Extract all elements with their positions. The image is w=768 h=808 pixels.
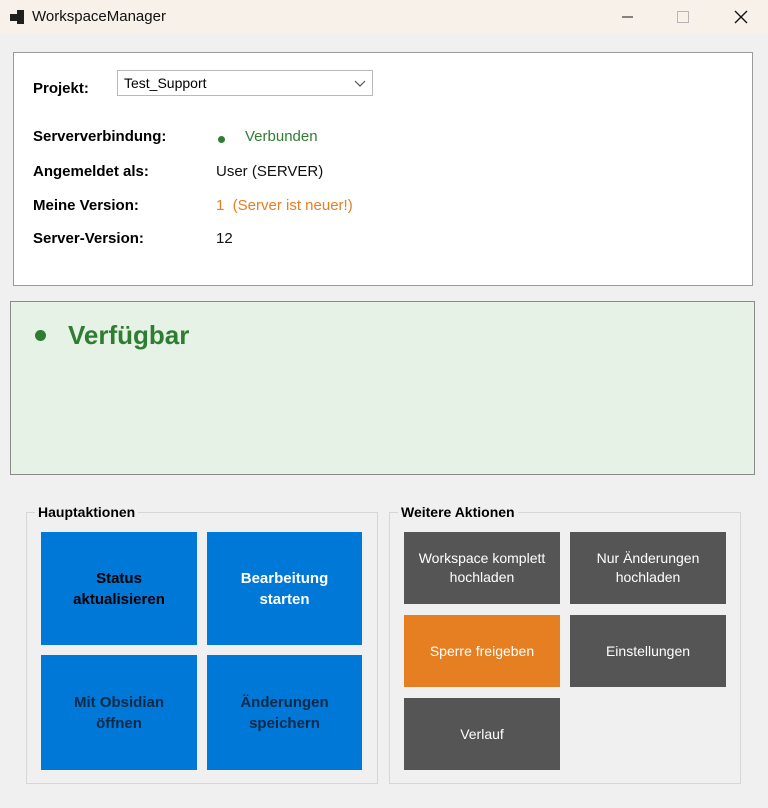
maximize-button[interactable] [658,0,708,34]
start-editing-button[interactable]: Bearbeitung starten [207,532,362,645]
release-lock-button[interactable]: Sperre freigeben [404,615,560,687]
project-label: Projekt: [33,80,89,97]
app-icon [10,10,24,24]
title-bar: WorkspaceManager [0,0,768,34]
status-dot [35,330,46,341]
minimize-button[interactable] [602,0,652,34]
main-actions-title: Hauptaktionen [35,504,139,521]
project-dropdown[interactable]: Test_Support [117,70,373,96]
upload-full-workspace-button[interactable]: Workspace komplett hochladen [404,532,560,604]
maximize-icon [677,11,689,23]
logged-in-as-label: Angemeldet als: [33,163,149,180]
status-text: Verfügbar [68,320,190,350]
window-title: WorkspaceManager [32,8,166,25]
server-connection-value: Verbunden [245,128,318,145]
open-with-obsidian-button[interactable]: Mit Obsidian öffnen [41,655,197,770]
server-connection-label: Serververbindung: [33,128,167,145]
chevron-down-icon [354,80,366,87]
server-version-value: 12 [216,230,233,247]
logged-in-as-value: User (SERVER) [216,163,324,180]
close-button[interactable] [716,0,766,34]
refresh-status-button[interactable]: Status aktualisieren [41,532,197,645]
my-version-label: Meine Version: [33,197,139,214]
status-panel: Verfügbar [10,301,755,475]
more-actions-title: Weitere Aktionen [398,504,518,521]
my-version-value: 1 (Server ist neuer!) [216,197,353,214]
project-selected-value: Test_Support [124,75,207,91]
history-button[interactable]: Verlauf [404,698,560,770]
info-panel: Projekt: Test_Support Serververbindung: … [13,52,753,286]
close-icon [734,10,748,24]
connection-status-dot [218,136,225,143]
save-changes-button[interactable]: Änderungen speichern [207,655,362,770]
upload-changes-only-button[interactable]: Nur Änderungen hochladen [570,532,726,604]
settings-button[interactable]: Einstellungen [570,615,726,687]
minimize-icon [622,16,633,18]
server-version-label: Server-Version: [33,230,144,247]
